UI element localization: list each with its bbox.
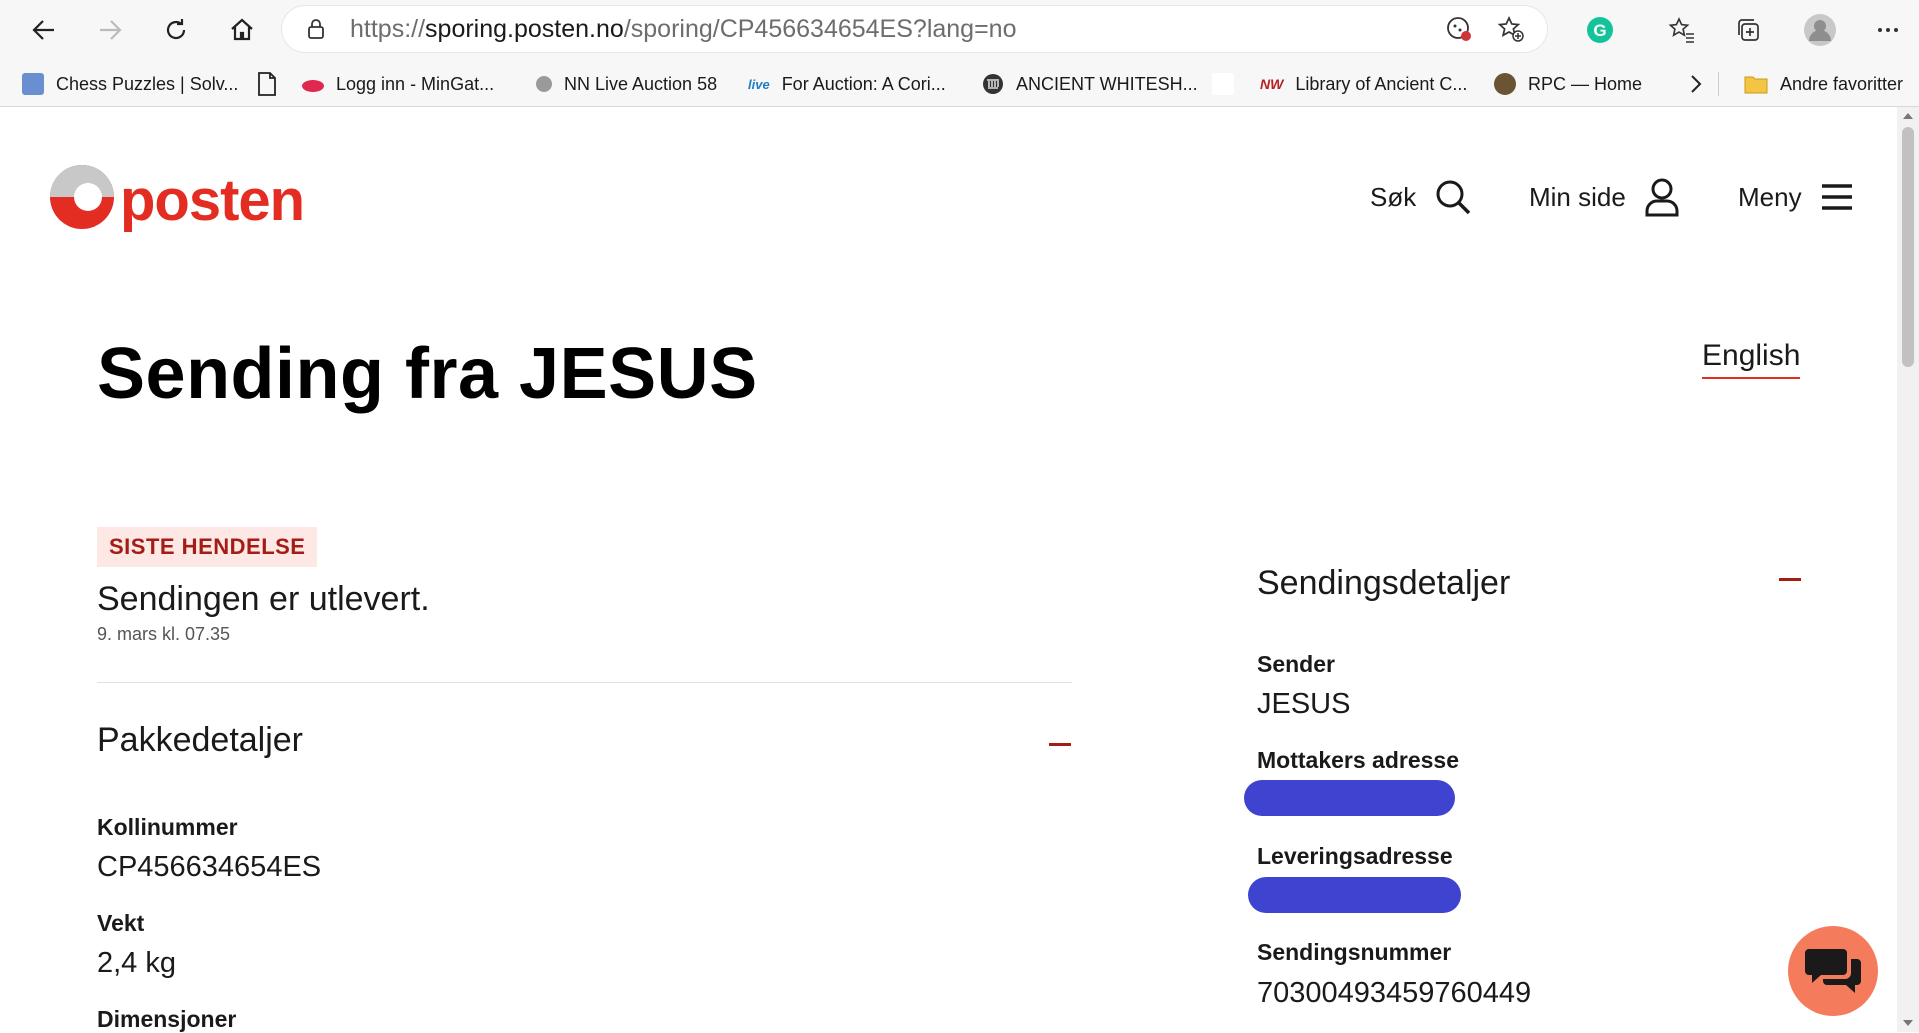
search-button[interactable]: Søk [1370,173,1472,221]
sender-label: Sender [1257,651,1335,677]
grammarly-extension-button[interactable]: G [1584,14,1616,46]
bookmark-blank[interactable] [1212,69,1246,99]
nw-favicon-icon: NW [1260,76,1284,92]
dimensions-label: Dimensjoner [97,1006,237,1032]
posten-logo[interactable]: posten [48,155,305,235]
collections-button[interactable] [1732,14,1764,46]
hamburger-menu-icon [1821,184,1852,210]
chat-bubbles-icon [1805,949,1861,993]
section-divider [97,682,1072,683]
my-page-label: Min side [1529,181,1626,212]
scroll-down-arrow-icon[interactable] [1903,1020,1913,1026]
page-scrollbar[interactable] [1897,107,1919,1032]
search-label: Søk [1370,181,1417,212]
bookmark-logg-inn[interactable]: Logg inn - MinGat... [302,69,494,99]
favorites-list-icon [1668,17,1694,43]
chevron-right-icon [1691,75,1702,93]
latest-event-time: 9. mars kl. 07.35 [97,624,231,644]
shipment-number-value: 70300493459760449 [1257,977,1532,1009]
forward-button[interactable] [90,10,130,50]
package-details-heading: Pakkedetaljer [97,721,304,759]
page-icon [258,72,276,96]
mingat-favicon-icon [302,80,324,92]
blank-favicon-icon [1212,73,1234,95]
redacted-delivery-address [1248,877,1461,913]
chess-favicon-icon [22,73,44,95]
parcel-number-label: Kollinummer [97,814,238,840]
bookmarks-bar: Chess Puzzles | Solv... Logg inn - MinGa… [0,62,1919,107]
sender-value: JESUS [1257,688,1351,720]
web-page: posten Søk Min side Meny Sending fra JES… [0,107,1897,1032]
home-button[interactable] [222,10,262,50]
grammarly-icon: G [1587,17,1613,43]
shipment-number-label: Sendingsnummer [1257,939,1452,965]
scroll-up-arrow-icon[interactable] [1903,113,1913,119]
museum-favicon-icon [983,74,1003,94]
other-favorites-folder[interactable]: Andre favoritter [1744,69,1903,99]
favorites-button[interactable] [1666,14,1698,46]
menu-button[interactable]: Meny [1738,173,1854,221]
latest-event-badge: SISTE HENDELSE [97,527,318,567]
parcel-number-value: CP456634654ES [97,851,322,883]
profile-avatar-icon [1804,14,1836,46]
settings-more-button[interactable] [1872,14,1904,46]
nn-favicon-icon [536,76,552,92]
lock-icon [308,19,324,39]
bookmark-blank-page[interactable] [256,69,278,99]
folder-icon [1744,76,1768,94]
search-icon [1436,180,1471,215]
weight-label: Vekt [97,910,145,936]
collapse-package-details-icon[interactable] [1049,743,1071,746]
delivery-address-label: Leveringsadresse [1257,843,1453,869]
latest-event-text: Sendingen er utlevert. [97,580,430,618]
add-favorite-icon[interactable] [1497,15,1525,43]
more-dots-icon [1878,28,1898,32]
bookmarks-overflow-button[interactable] [1688,69,1704,99]
collections-icon [1738,19,1759,41]
english-language-link[interactable]: English [1702,339,1801,379]
back-button[interactable] [24,10,64,50]
redacted-recipient-address [1244,780,1455,816]
bookmark-for-auction[interactable]: live For Auction: A Cori... [748,69,946,99]
posten-logo-icon [50,165,114,229]
address-bar[interactable]: https://sporing.posten.no/sporing/CP4566… [282,6,1547,52]
posten-logo-text: posten [120,168,305,233]
browser-toolbar: https://sporing.posten.no/sporing/CP4566… [0,0,1919,62]
collapse-shipment-details-icon[interactable] [1779,578,1801,581]
bookmark-nn-live-auction[interactable]: NN Live Auction 58 [536,69,717,99]
tracking-prevention-icon[interactable] [1445,15,1473,43]
scrollbar-thumb[interactable] [1902,127,1914,367]
forward-arrow-icon [100,20,122,40]
bookmark-chess-puzzles[interactable]: Chess Puzzles | Solv... [22,69,238,99]
bookmark-rpc-home[interactable]: RPC — Home [1494,69,1642,99]
back-arrow-icon [32,20,54,40]
refresh-button[interactable] [156,10,196,50]
chat-button[interactable] [1788,926,1878,1016]
home-icon [231,18,253,41]
menu-label: Meny [1738,181,1802,212]
rpc-coin-favicon-icon [1494,73,1516,95]
recipient-address-label: Mottakers adresse [1257,747,1459,773]
bookmark-ancient-whitesh[interactable]: ANCIENT WHITESH... [982,69,1198,99]
weight-value: 2,4 kg [97,947,176,979]
bookmark-library-ancient[interactable]: NW Library of Ancient C... [1260,69,1467,99]
user-icon [1645,178,1679,217]
refresh-icon [166,19,186,40]
bookmarks-divider [1718,72,1719,96]
page-title: Sending fra JESUS [97,334,758,414]
svg-text:G: G [1593,21,1606,40]
shipment-details-heading: Sendingsdetaljer [1257,564,1511,602]
profile-button[interactable] [1804,14,1836,46]
url-text: https://sporing.posten.no/sporing/CP4566… [350,15,1017,43]
live-favicon-icon: live [748,76,770,92]
my-page-button[interactable]: Min side [1529,173,1680,221]
